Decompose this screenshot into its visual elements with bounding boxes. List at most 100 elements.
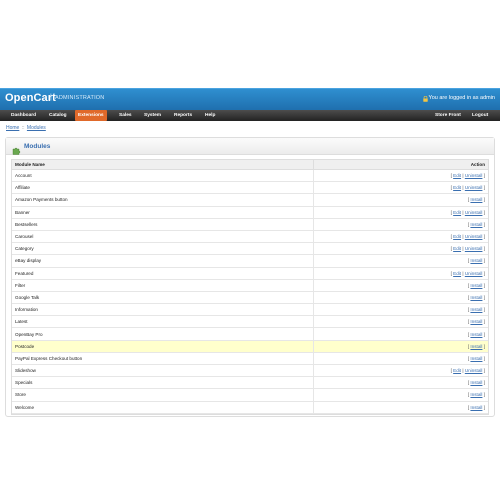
install-link[interactable]: Install: [470, 307, 482, 312]
module-actions: [ Install ]: [314, 222, 488, 227]
nav-extensions[interactable]: Extensions: [75, 110, 107, 121]
install-link[interactable]: Install: [470, 283, 482, 288]
nav-sales[interactable]: Sales: [116, 110, 135, 121]
bracket: ]: [482, 368, 485, 374]
table-row: Banner[ Edit | Uninstall ]: [12, 206, 488, 219]
install-link[interactable]: Install: [470, 197, 482, 202]
nav-reports[interactable]: Reports: [171, 110, 195, 121]
table-row: Featured[ Edit | Uninstall ]: [12, 267, 488, 280]
bracket: ]: [482, 173, 485, 179]
install-link[interactable]: Install: [470, 295, 482, 300]
table-row: Store[ Install ]: [12, 389, 488, 402]
table-row: Slideshow[ Edit | Uninstall ]: [12, 365, 488, 378]
module-actions: [ Edit | Uninstall ]: [314, 210, 488, 215]
edit-link[interactable]: Edit: [453, 210, 461, 215]
install-link[interactable]: Install: [470, 258, 482, 263]
install-link[interactable]: Install: [470, 392, 482, 397]
install-link[interactable]: Install: [470, 380, 482, 385]
breadcrumb: Home :: Modules: [6, 125, 46, 131]
lock-icon: [422, 95, 428, 102]
uninstall-link[interactable]: Uninstall: [465, 234, 483, 239]
edit-link[interactable]: Edit: [453, 368, 461, 373]
breadcrumb-home[interactable]: Home: [6, 125, 19, 131]
module-name: Postcode: [12, 340, 314, 352]
install-link[interactable]: Install: [470, 356, 482, 361]
uninstall-link[interactable]: Uninstall: [465, 368, 483, 373]
column-action: Action: [470, 162, 485, 167]
table-row: Affiliate[ Edit | Uninstall ]: [12, 182, 488, 195]
bracket: ]: [482, 307, 485, 313]
module-name: Specials: [12, 377, 314, 389]
main-navigation: Dashboard Catalog Extensions Sales Syste…: [0, 110, 500, 121]
uninstall-link[interactable]: Uninstall: [465, 173, 483, 178]
install-link[interactable]: Install: [470, 344, 482, 349]
module-actions: [ Install ]: [314, 197, 488, 202]
panel-header: Modules: [6, 138, 494, 155]
bracket: ]: [482, 404, 485, 410]
module-actions: [ Edit | Uninstall ]: [314, 173, 488, 178]
bracket: ]: [482, 294, 485, 300]
table-row: Information[ Install ]: [12, 304, 488, 317]
table-row: Category[ Edit | Uninstall ]: [12, 243, 488, 256]
edit-link[interactable]: Edit: [453, 185, 461, 190]
edit-link[interactable]: Edit: [453, 173, 461, 178]
bracket: ]: [482, 331, 485, 337]
uninstall-link[interactable]: Uninstall: [465, 185, 483, 190]
panel-title: Modules: [24, 143, 51, 150]
module-name: Latest: [12, 316, 314, 328]
table-row: Latest[ Install ]: [12, 316, 488, 329]
module-actions: [ Install ]: [314, 356, 488, 361]
module-name: Google Talk: [12, 291, 314, 304]
edit-link[interactable]: Edit: [453, 234, 461, 239]
uninstall-link[interactable]: Uninstall: [465, 246, 483, 251]
install-link[interactable]: Install: [470, 332, 482, 337]
table-row: Bestsellers[ Install ]: [12, 218, 488, 231]
install-link[interactable]: Install: [470, 405, 482, 410]
bracket: ]: [482, 197, 485, 203]
nav-help[interactable]: Help: [202, 110, 218, 121]
edit-link[interactable]: Edit: [453, 246, 461, 251]
bracket: ]: [482, 355, 485, 361]
logout-link[interactable]: Logout: [469, 110, 491, 121]
store-front-link[interactable]: Store Front: [432, 110, 464, 121]
module-actions: [ Install ]: [314, 392, 488, 397]
module-actions: [ Edit | Uninstall ]: [314, 271, 488, 276]
nav-dashboard[interactable]: Dashboard: [8, 110, 39, 121]
module-name: Filter: [12, 279, 314, 291]
bracket: ]: [482, 282, 485, 288]
table-row: Welcome[ Install ]: [12, 401, 488, 414]
module-name: Banner: [12, 206, 314, 218]
top-header-bar: OpenCart | ADMINISTRATION You are logged…: [0, 88, 500, 110]
module-name: Slideshow: [12, 365, 314, 377]
module-name: Store: [12, 389, 314, 401]
module-actions: [ Install ]: [314, 258, 488, 263]
module-name: Welcome: [12, 401, 314, 413]
module-name: Information: [12, 304, 314, 316]
table-row: OpenBay Pro[ Install ]: [12, 328, 488, 341]
module-actions: [ Edit | Uninstall ]: [314, 234, 488, 239]
column-module-name: Module Name: [12, 160, 314, 169]
module-name: eBay display: [12, 255, 314, 267]
bracket: ]: [482, 343, 485, 349]
module-actions: [ Install ]: [314, 295, 488, 300]
administration-label: ADMINISTRATION: [55, 95, 105, 101]
module-actions: [ Install ]: [314, 319, 488, 324]
table-row: Filter[ Install ]: [12, 279, 488, 292]
login-text: You are logged in as admin: [428, 95, 495, 101]
bracket: ]: [482, 319, 485, 325]
nav-catalog[interactable]: Catalog: [46, 110, 70, 121]
install-link[interactable]: Install: [470, 319, 482, 324]
module-name: Account: [12, 170, 314, 182]
header-separator: |: [50, 94, 52, 101]
uninstall-link[interactable]: Uninstall: [465, 271, 483, 276]
module-name: Carousel: [12, 230, 314, 243]
nav-system[interactable]: System: [141, 110, 164, 121]
breadcrumb-modules[interactable]: Modules: [27, 125, 46, 131]
edit-link[interactable]: Edit: [453, 271, 461, 276]
puzzle-piece-icon: [12, 142, 21, 155]
uninstall-link[interactable]: Uninstall: [465, 210, 483, 215]
modules-table: Module Name Action Account[ Edit | Unins…: [11, 159, 489, 415]
opencart-logo[interactable]: OpenCart: [5, 92, 56, 104]
table-row: Account[ Edit | Uninstall ]: [12, 170, 488, 183]
install-link[interactable]: Install: [470, 222, 482, 227]
